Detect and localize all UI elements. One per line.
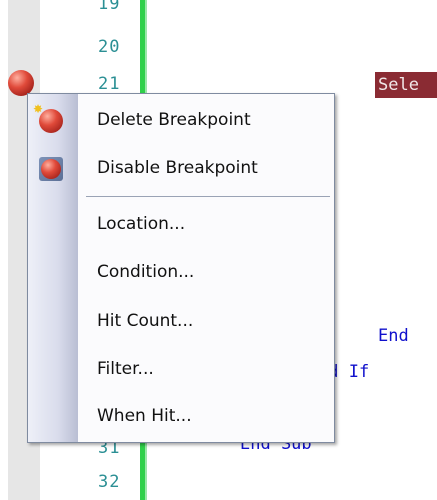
menu-item-label: When Hit... (97, 406, 192, 426)
code-line[interactable]: End (378, 326, 409, 346)
line-number: 32 (98, 472, 121, 492)
menu-item-when-hit[interactable]: When Hit... (28, 394, 334, 438)
menu-item-label: Condition... (97, 262, 195, 282)
line-number: 21 (98, 74, 121, 94)
line-number: 20 (98, 37, 121, 57)
highlighted-code[interactable]: Sele (375, 72, 437, 98)
menu-item-condition[interactable]: Condition... (28, 250, 334, 294)
menu-item-hit-count[interactable]: Hit Count... (28, 299, 334, 343)
menu-item-label: Hit Count... (97, 311, 194, 331)
delete-breakpoint-icon: ✸ (33, 103, 63, 133)
menu-item-location[interactable]: Location... (28, 202, 334, 246)
menu-item-disable-breakpoint[interactable]: Disable Breakpoint (28, 146, 334, 190)
menu-item-delete-breakpoint[interactable]: ✸ Delete Breakpoint (28, 98, 334, 142)
disable-breakpoint-icon (39, 157, 63, 181)
margin-shade (0, 0, 8, 500)
menu-item-filter[interactable]: Filter... (28, 347, 334, 391)
menu-item-label: Delete Breakpoint (97, 110, 251, 130)
menu-item-label: Location... (97, 214, 186, 234)
breakpoint-context-menu: ✸ Delete Breakpoint Disable Breakpoint L… (27, 93, 335, 443)
line-number: 19 (98, 0, 121, 14)
menu-item-label: Disable Breakpoint (97, 158, 258, 178)
menu-separator (86, 196, 330, 197)
menu-item-label: Filter... (97, 359, 154, 379)
